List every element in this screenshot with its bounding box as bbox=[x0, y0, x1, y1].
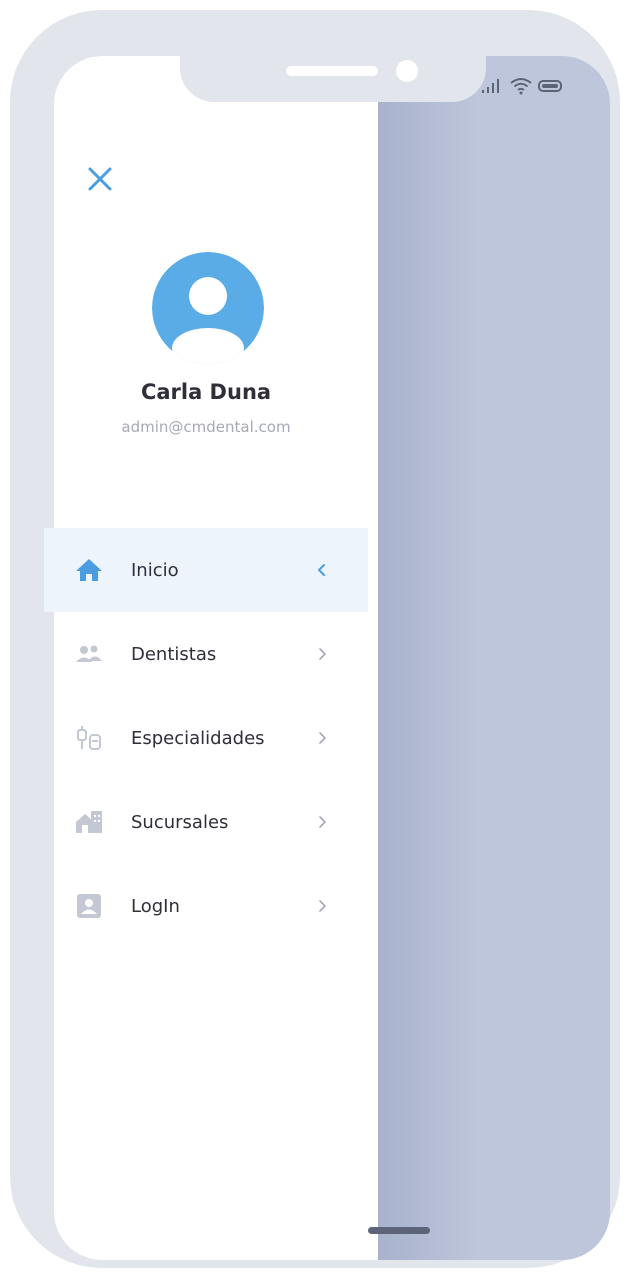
home-indicator[interactable] bbox=[368, 1227, 430, 1234]
menu-item-label: Sucursales bbox=[131, 811, 229, 833]
signal-icon bbox=[482, 79, 499, 93]
chevron-left-icon bbox=[318, 564, 325, 576]
chevron-right-icon bbox=[319, 816, 326, 828]
speaker-grille bbox=[286, 66, 378, 76]
menu-item-dentistas[interactable]: Dentistas bbox=[44, 612, 368, 696]
close-drawer-button[interactable] bbox=[86, 165, 114, 193]
battery-icon bbox=[538, 80, 562, 92]
menu-item-label: Dentistas bbox=[131, 643, 217, 665]
home-icon bbox=[74, 555, 104, 585]
dental-tools-icon bbox=[74, 723, 104, 753]
chevron-right-icon bbox=[319, 900, 326, 912]
users-icon bbox=[74, 639, 104, 669]
drawer-shadow bbox=[378, 56, 478, 1260]
menu-item-login[interactable]: LogIn bbox=[44, 864, 368, 948]
menu-item-sucursales[interactable]: Sucursales bbox=[44, 780, 368, 864]
user-avatar-icon bbox=[152, 252, 264, 364]
menu-item-label: LogIn bbox=[131, 895, 180, 917]
menu-item-especialidades[interactable]: Especialidades bbox=[44, 696, 368, 780]
menu-item-inicio[interactable]: Inicio bbox=[44, 528, 368, 612]
menu-item-label: Inicio bbox=[131, 559, 179, 581]
branch-building-icon bbox=[74, 807, 104, 837]
close-icon bbox=[88, 167, 112, 191]
user-email: admin@cmdental.com bbox=[121, 418, 291, 436]
chevron-right-icon bbox=[319, 648, 326, 660]
user-name: Carla Duna bbox=[140, 380, 272, 404]
wifi-icon bbox=[510, 78, 532, 95]
drawer-menu: Inicio Dentistas Especialidades Sucursal… bbox=[44, 528, 368, 948]
chevron-right-icon bbox=[319, 732, 326, 744]
phone-notch bbox=[180, 20, 486, 102]
avatar bbox=[152, 252, 264, 364]
menu-item-label: Especialidades bbox=[131, 727, 265, 749]
status-bar bbox=[480, 74, 580, 98]
user-card-icon bbox=[74, 891, 104, 921]
front-camera bbox=[396, 60, 418, 82]
